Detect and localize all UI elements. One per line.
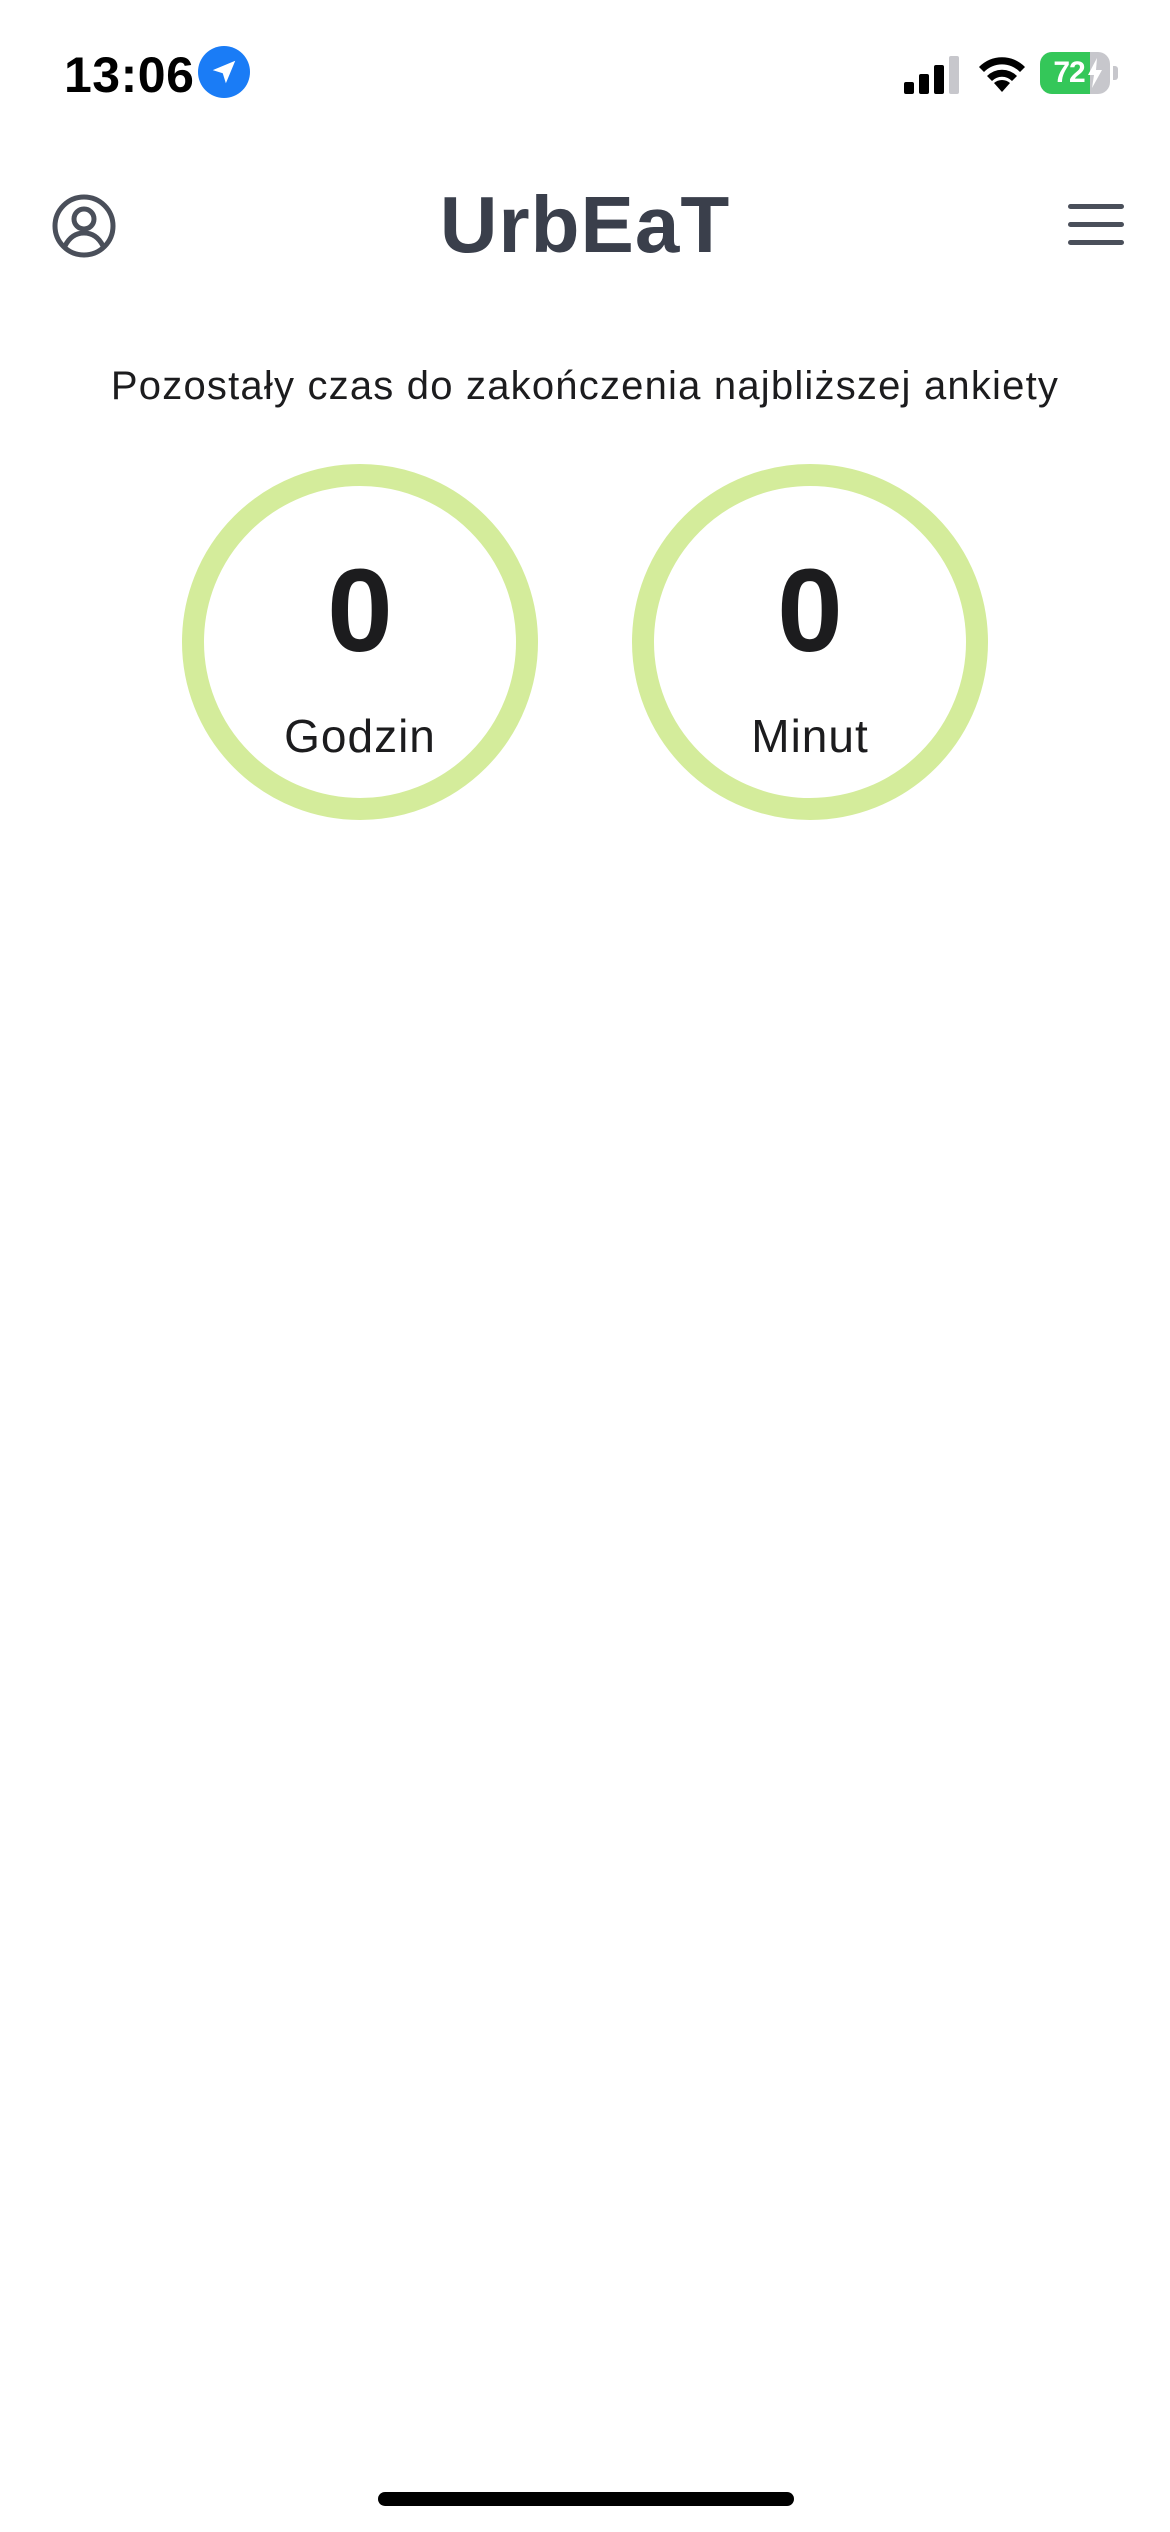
countdown-caption: Pozostały czas do zakończenia najbliższe… (110, 364, 1060, 408)
location-arrow-icon (198, 46, 250, 98)
app-title: UrbEaT (439, 180, 731, 269)
battery-cap (1113, 66, 1118, 80)
app-header: UrbEaT (0, 170, 1170, 280)
home-indicator[interactable] (378, 2492, 794, 2506)
hours-timer: 0 Godzin (182, 464, 538, 820)
battery-body: 72 (1040, 52, 1110, 94)
minutes-label: Minut (751, 710, 869, 762)
menu-button[interactable] (1066, 200, 1126, 250)
minutes-value: 0 (777, 545, 843, 677)
status-bar: 13:06 72 (0, 0, 1170, 150)
profile-button[interactable] (50, 192, 118, 260)
user-circle-icon (52, 194, 116, 258)
wifi-icon (974, 50, 1030, 94)
hamburger-menu-icon (1068, 204, 1124, 245)
hours-value: 0 (327, 545, 393, 677)
battery-charging-icon: 72 (1040, 52, 1118, 94)
charging-bolt-icon (1088, 58, 1102, 88)
status-time: 13:06 (64, 47, 195, 103)
cellular-signal-icon (904, 54, 960, 94)
hours-label: Godzin (284, 710, 436, 762)
minutes-timer: 0 Minut (632, 464, 988, 820)
